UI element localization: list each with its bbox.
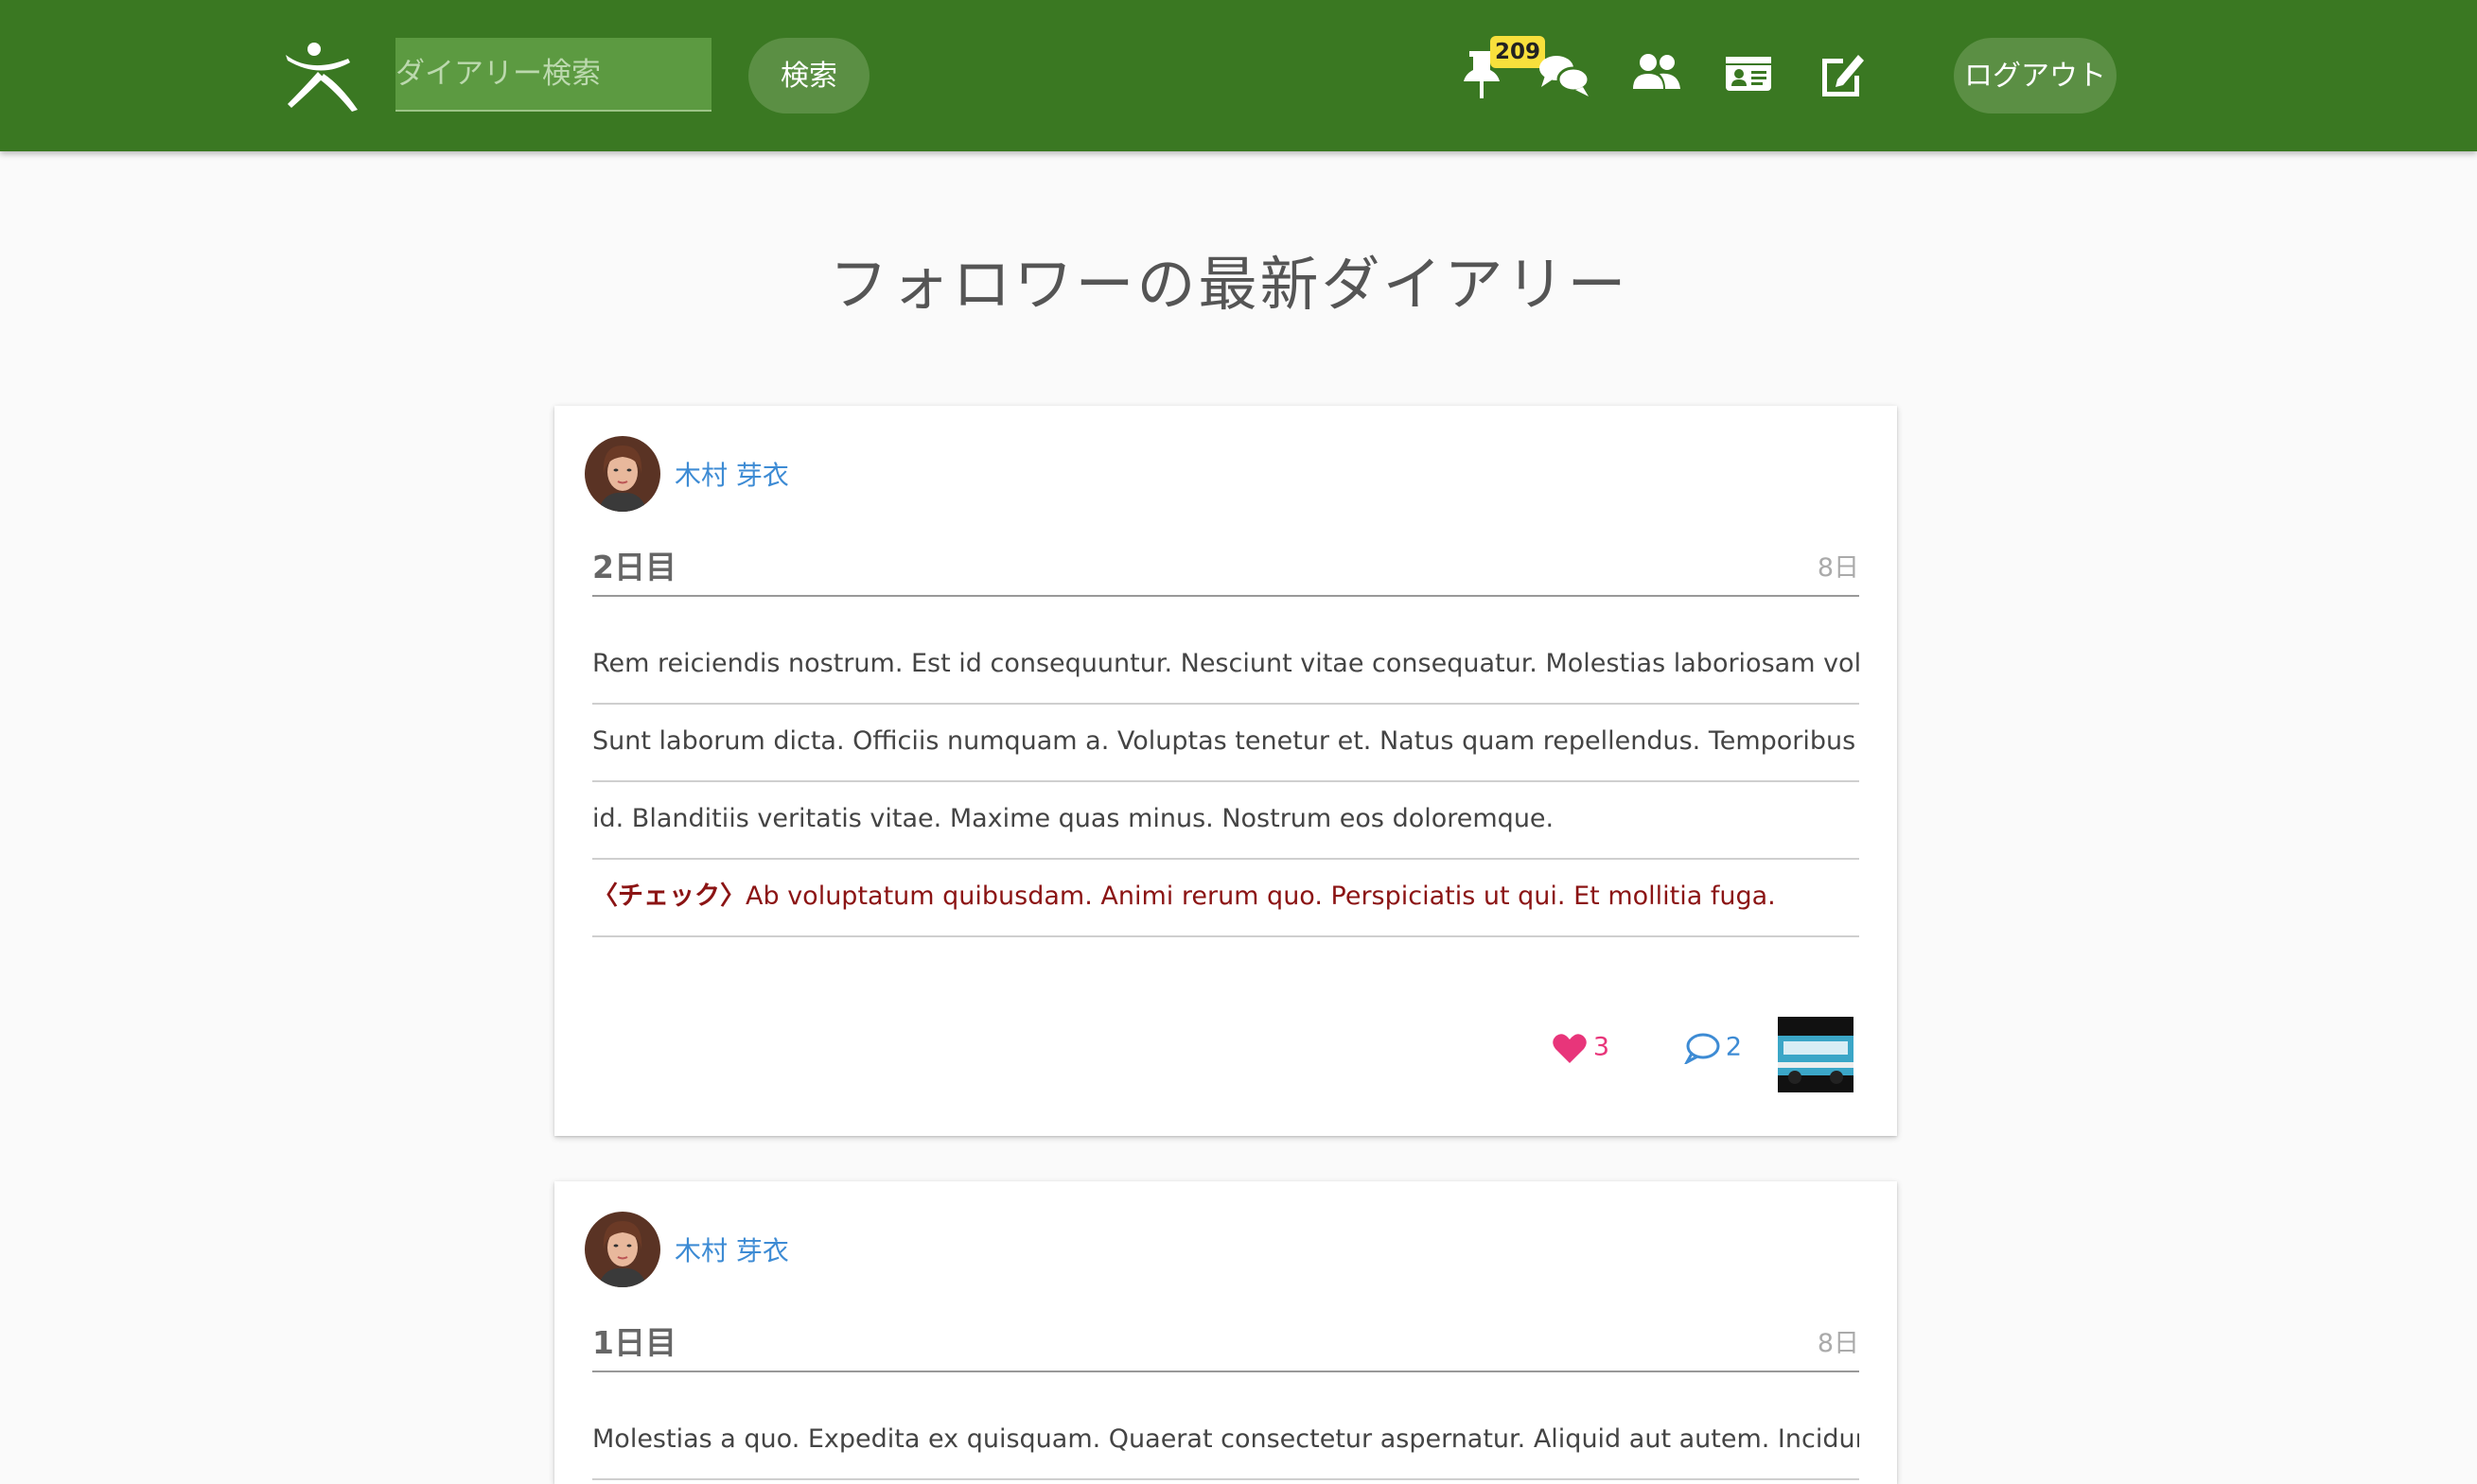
comment-icon [1682,1033,1720,1066]
entry-line: Rem reiciendis nostrum. Est id consequun… [592,627,1859,705]
entry-title[interactable]: 1日目 [592,1318,676,1363]
check-line: 〈チェック〉Ab voluptatum quibusdam. Animi rer… [592,860,1859,937]
entry-line: Molestias a quo. Expedita ex quisquam. Q… [592,1403,1859,1480]
heart-icon [1553,1034,1587,1063]
entry-date: 8日 [1817,553,1859,583]
entry-thumbnail[interactable] [1778,1017,1853,1092]
comment-count: 2 [1725,1032,1742,1062]
check-text: Ab voluptatum quibusdam. Animi rerum quo… [746,882,1776,911]
diary-search-input[interactable] [395,38,711,112]
author-name-link[interactable]: 木村 芽衣 [675,455,789,493]
avatar[interactable] [585,436,660,512]
logo-icon[interactable] [282,36,363,112]
diary-card: 木村 芽衣 1日目 8日 Molestias a quo. Expedita e… [554,1181,1897,1484]
diary-card: 木村 芽衣 2日目 8日 Rem reiciendis nostrum. Est… [554,406,1897,1136]
logout-button[interactable]: ログアウト [1954,38,2117,113]
like-button[interactable]: 3 [1552,1032,1609,1064]
avatar[interactable] [585,1212,660,1287]
check-label: 〈チェック〉 [592,882,746,911]
page-title: フォロワーの最新ダイアリー [829,250,1629,319]
search-button[interactable]: 検索 [748,38,870,113]
like-count: 3 [1592,1032,1609,1062]
entry-line: Sunt laborum dicta. Officiis numquam a. … [592,705,1859,782]
users-icon[interactable] [1629,47,1682,100]
entry-date: 8日 [1817,1329,1859,1358]
edit-icon[interactable] [1817,47,1866,100]
chat-icon[interactable] [1537,47,1590,100]
top-navbar: 検索 209 ログアウト [0,0,2477,151]
author-name-link[interactable]: 木村 芽衣 [675,1231,789,1268]
entry-line: id. Blanditiis veritatis vitae. Maxime q… [592,782,1859,860]
comment-button[interactable]: 2 [1682,1032,1742,1066]
entry-header: 2日目 8日 [592,546,1859,597]
id-card-icon[interactable] [1724,47,1773,100]
entry-body: Molestias a quo. Expedita ex quisquam. Q… [592,1403,1859,1480]
entry-header: 1日目 8日 [592,1321,1859,1372]
entry-body: Rem reiciendis nostrum. Est id consequun… [592,627,1859,937]
entry-title[interactable]: 2日目 [592,542,676,587]
